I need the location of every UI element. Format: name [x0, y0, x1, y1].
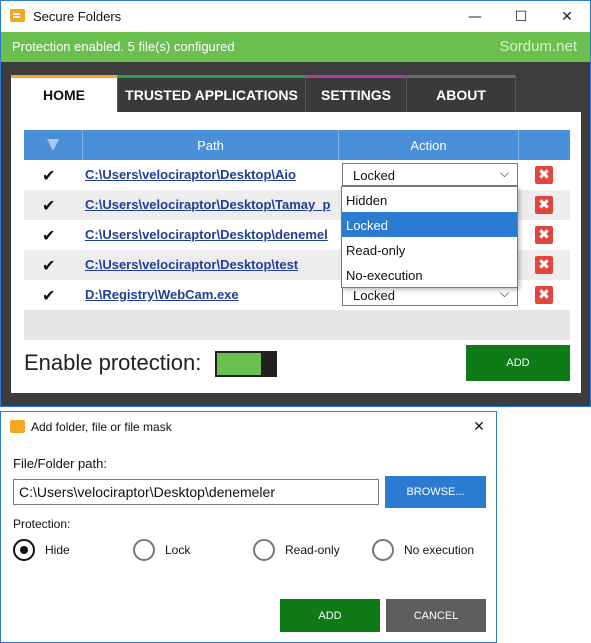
dialog-cancel-button[interactable]: CANCEL — [386, 599, 486, 632]
tab-about[interactable]: ABOUT — [407, 75, 516, 112]
radio-read-only-label: Read-only — [285, 543, 340, 557]
close-button[interactable]: ✕ — [544, 1, 590, 32]
tab-home[interactable]: HOME — [11, 75, 118, 112]
delete-button[interactable]: ✖ — [535, 166, 553, 184]
status-text: Protection enabled. 5 file(s) configured — [12, 39, 235, 54]
radio-hide-label: Hide — [45, 543, 70, 557]
path-input[interactable]: C:\Users\velociraptor\Desktop\denemeler — [13, 479, 379, 505]
radio-lock[interactable]: Lock — [133, 538, 190, 562]
window-title: Secure Folders — [33, 9, 122, 24]
enable-protection-label: Enable protection: — [24, 350, 202, 375]
checkbox-checked-icon[interactable]: ✔ — [42, 226, 55, 245]
path-link[interactable]: D:\Registry\WebCam.exe — [85, 287, 335, 302]
action-dropdown-list: Hidden Locked Read-only No-execution — [341, 186, 518, 288]
action-column-header[interactable]: Action — [339, 130, 519, 160]
dropdown-option-hidden[interactable]: Hidden — [342, 187, 517, 212]
radio-unselected-icon — [253, 539, 275, 561]
path-link[interactable]: C:\Users\velociraptor\Desktop\Aio — [85, 167, 335, 182]
dialog-add-button[interactable]: ADD — [280, 599, 380, 632]
path-link[interactable]: C:\Users\velociraptor\Desktop\test — [85, 257, 335, 272]
app-icon — [10, 420, 25, 433]
checkbox-checked-icon[interactable]: ✔ — [42, 256, 55, 275]
path-link[interactable]: C:\Users\velociraptor\Desktop\Tamay_p — [85, 197, 335, 212]
grid-header: Path Action — [24, 130, 570, 160]
protection-label: Protection: — [13, 517, 71, 531]
filter-icon — [47, 139, 59, 151]
toggle-fill — [217, 353, 261, 375]
app-icon — [10, 9, 25, 22]
delete-button[interactable]: ✖ — [535, 286, 553, 304]
radio-unselected-icon — [372, 539, 394, 561]
checkbox-checked-icon[interactable]: ✔ — [42, 166, 55, 185]
delete-button[interactable]: ✖ — [535, 226, 553, 244]
tab-bar: HOME TRUSTED APPLICATIONS SETTINGS ABOUT — [11, 75, 516, 112]
brand-watermark: Sordum.net — [499, 38, 577, 55]
action-select-value: Locked — [353, 288, 395, 303]
title-bar: Secure Folders — ☐ ✕ — [1, 1, 590, 32]
radio-read-only[interactable]: Read-only — [253, 538, 340, 562]
action-select[interactable]: Locked ⌵ — [342, 163, 518, 186]
path-field-label: File/Folder path: — [13, 456, 107, 471]
maximize-button[interactable]: ☐ — [498, 1, 544, 32]
chevron-down-icon: ⌵ — [499, 166, 509, 180]
radio-no-execution-label: No execution — [404, 543, 475, 557]
radio-no-execution[interactable]: No execution — [372, 538, 474, 562]
tab-trusted-applications[interactable]: TRUSTED APPLICATIONS — [118, 75, 306, 112]
add-button[interactable]: ADD — [466, 345, 570, 381]
dropdown-option-locked[interactable]: Locked — [342, 212, 517, 237]
dialog-title: Add folder, file or file mask — [31, 420, 172, 434]
delete-column-header — [519, 130, 570, 160]
status-bar: Protection enabled. 5 file(s) configured… — [1, 32, 590, 62]
dialog-title-bar: Add folder, file or file mask ✕ — [1, 412, 496, 442]
path-column-header[interactable]: Path — [83, 130, 339, 160]
checkbox-checked-icon[interactable]: ✔ — [42, 196, 55, 215]
radio-lock-label: Lock — [165, 543, 191, 557]
delete-button[interactable]: ✖ — [535, 256, 553, 274]
dropdown-option-read-only[interactable]: Read-only — [342, 237, 517, 262]
radio-unselected-icon — [133, 539, 155, 561]
add-item-dialog: Add folder, file or file mask ✕ File/Fol… — [0, 411, 497, 643]
filter-column-header[interactable] — [24, 130, 83, 160]
checkbox-checked-icon[interactable]: ✔ — [42, 286, 55, 305]
tab-settings[interactable]: SETTINGS — [306, 75, 407, 112]
action-select-value: Locked — [353, 168, 395, 183]
dropdown-option-no-execution[interactable]: No-execution — [342, 262, 517, 287]
path-link[interactable]: C:\Users\velociraptor\Desktop\denemel — [85, 227, 335, 242]
dialog-close-button[interactable]: ✕ — [462, 412, 496, 442]
chevron-down-icon: ⌵ — [499, 286, 509, 300]
enable-protection-toggle[interactable] — [215, 351, 277, 377]
delete-button[interactable]: ✖ — [535, 196, 553, 214]
minimize-button[interactable]: — — [452, 1, 498, 32]
browse-button[interactable]: BROWSE... — [385, 476, 486, 508]
radio-selected-icon — [13, 539, 35, 561]
radio-hide[interactable]: Hide — [13, 538, 70, 562]
